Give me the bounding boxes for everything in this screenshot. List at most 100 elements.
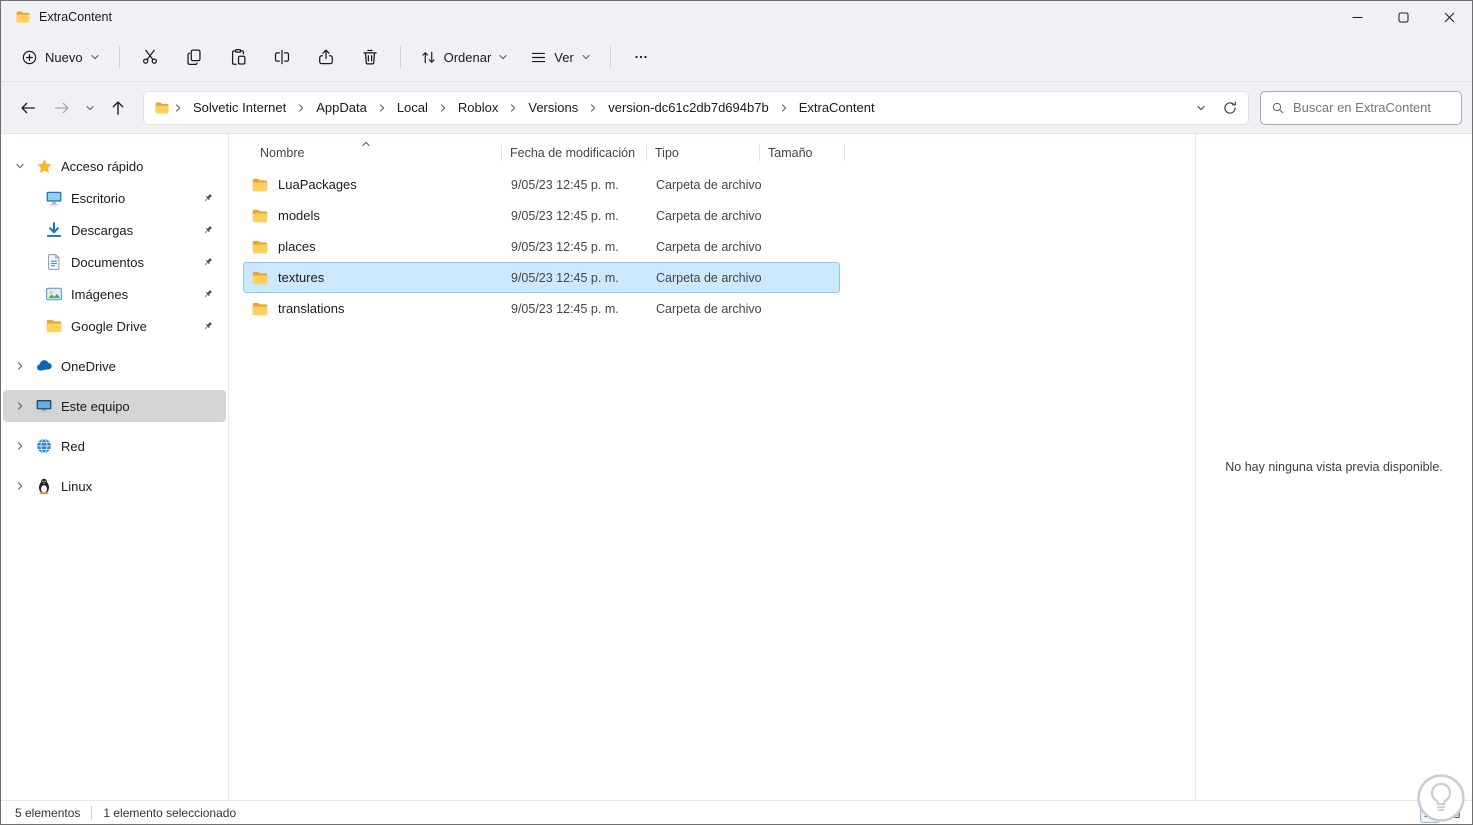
breadcrumb-segment[interactable]: Roblox [451,97,505,118]
breadcrumb-segment[interactable]: Local [390,97,435,118]
column-header-type[interactable]: Tipo [647,140,760,166]
window-controls [1334,1,1472,33]
scissors-icon [141,48,159,66]
column-header-label: Nombre [260,146,305,160]
file-row-selected[interactable]: textures 9/05/23 12:45 p. m. Carpeta de … [243,262,840,293]
cut-button[interactable] [129,40,171,74]
chevron-right-icon[interactable] [13,441,27,451]
minimize-button[interactable] [1334,1,1380,33]
chevron-right-icon[interactable] [13,361,27,371]
titlebar-left: ExtraContent [1,1,112,33]
new-button-label: Nuevo [45,49,83,65]
rename-button[interactable] [261,40,303,74]
breadcrumb-chevron-icon[interactable] [436,103,450,113]
folder-icon [251,238,269,256]
view-button-label: Ver [554,49,574,65]
pin-icon [202,256,214,268]
desktop-icon [44,189,64,207]
share-button[interactable] [305,40,347,74]
network-globe-icon [34,437,54,455]
file-row[interactable]: models 9/05/23 12:45 p. m. Carpeta de ar… [243,200,840,231]
file-type: Carpeta de archivos [656,208,761,223]
new-button[interactable]: Nuevo [11,40,110,74]
chevron-right-icon[interactable] [13,401,27,411]
pin-icon [202,320,214,332]
file-name: models [278,208,320,223]
up-button[interactable] [101,91,135,125]
copy-button[interactable] [173,40,215,74]
file-row[interactable]: places 9/05/23 12:45 p. m. Carpeta de ar… [243,231,840,262]
toolbar-divider [609,46,611,68]
file-type: Carpeta de archivos [656,177,761,192]
column-header-size[interactable]: Tamaño [760,140,845,166]
file-name: translations [278,301,345,316]
file-type: Carpeta de archivos [656,239,761,254]
chevron-right-icon[interactable] [13,481,27,491]
folder-icon [251,207,269,225]
navigation-pane: Acceso rápido Escritorio Descargas Docum… [1,134,229,800]
address-bar[interactable]: Solvetic Internet AppData Local Roblox V… [143,90,1249,125]
large-icons-view-button[interactable] [1444,803,1464,823]
view-button[interactable]: Ver [520,40,601,74]
chevron-down-icon[interactable] [13,161,27,171]
paste-button[interactable] [217,40,259,74]
more-options-button[interactable] [620,40,662,74]
breadcrumb-segment[interactable]: version-dc61c2db7d694b7b [601,97,775,118]
items-count: 5 elementos [15,805,81,820]
recent-locations-button[interactable] [79,91,101,125]
close-button[interactable] [1426,1,1472,33]
pin-icon [202,288,214,300]
sidebar-item-label: Acceso rápido [61,158,144,174]
sidebar-item-linux[interactable]: Linux [3,470,226,502]
address-dropdown-button[interactable] [1187,94,1215,122]
sidebar-item-onedrive[interactable]: OneDrive [3,350,226,382]
sort-button[interactable]: Ordenar [410,40,519,74]
breadcrumb-segment[interactable]: Solvetic Internet [186,97,293,118]
documents-icon [44,253,64,271]
sidebar-item-desktop[interactable]: Escritorio [3,182,226,214]
sidebar-item-this-pc[interactable]: Este equipo [3,390,226,422]
rename-icon [273,48,291,66]
refresh-button[interactable] [1216,94,1244,122]
breadcrumb-chevron-icon[interactable] [171,103,185,113]
breadcrumb-chevron-icon[interactable] [294,103,308,113]
breadcrumb-segment[interactable]: ExtraContent [792,97,882,118]
breadcrumb-segment[interactable]: Versions [521,97,585,118]
sidebar-item-google-drive[interactable]: Google Drive [3,310,226,342]
details-view-button[interactable] [1420,802,1440,823]
sidebar-item-downloads[interactable]: Descargas [3,214,226,246]
maximize-button[interactable] [1380,1,1426,33]
sidebar-item-label: OneDrive [61,358,116,374]
file-row[interactable]: translations 9/05/23 12:45 p. m. Carpeta… [243,293,840,324]
status-bar: 5 elementos 1 elemento seleccionado [1,800,1472,824]
toolbar-divider [118,46,120,68]
copy-icon [185,48,203,66]
search-input[interactable] [1293,100,1451,115]
sidebar-item-network[interactable]: Red [3,430,226,462]
sidebar-item-pictures[interactable]: Imágenes [3,278,226,310]
pictures-icon [44,285,64,303]
sort-icon [420,49,437,66]
file-modified: 9/05/23 12:45 p. m. [511,301,619,316]
back-button[interactable] [11,91,45,125]
breadcrumb-chevron-icon[interactable] [586,103,600,113]
file-row[interactable]: LuaPackages 9/05/23 12:45 p. m. Carpeta … [243,169,840,200]
navigation-bar: Solvetic Internet AppData Local Roblox V… [1,82,1472,134]
sidebar-item-label: Este equipo [61,398,130,414]
share-icon [317,48,335,66]
selection-count: 1 elemento seleccionado [103,805,237,820]
column-header-name[interactable]: Nombre [229,140,502,166]
delete-button[interactable] [349,40,391,74]
breadcrumb-chevron-icon[interactable] [506,103,520,113]
column-headers: Nombre Fecha de modificación Tipo Tamaño [229,140,1195,166]
folder-icon [251,269,269,287]
breadcrumb-chevron-icon[interactable] [777,103,791,113]
view-toggles [1420,801,1464,824]
breadcrumb-segment[interactable]: AppData [309,97,374,118]
column-header-modified[interactable]: Fecha de modificación [502,140,647,166]
window-folder-icon [15,9,31,25]
forward-button[interactable] [45,91,79,125]
breadcrumb-chevron-icon[interactable] [375,103,389,113]
sidebar-item-quick-access[interactable]: Acceso rápido [3,150,226,182]
sidebar-item-documents[interactable]: Documentos [3,246,226,278]
